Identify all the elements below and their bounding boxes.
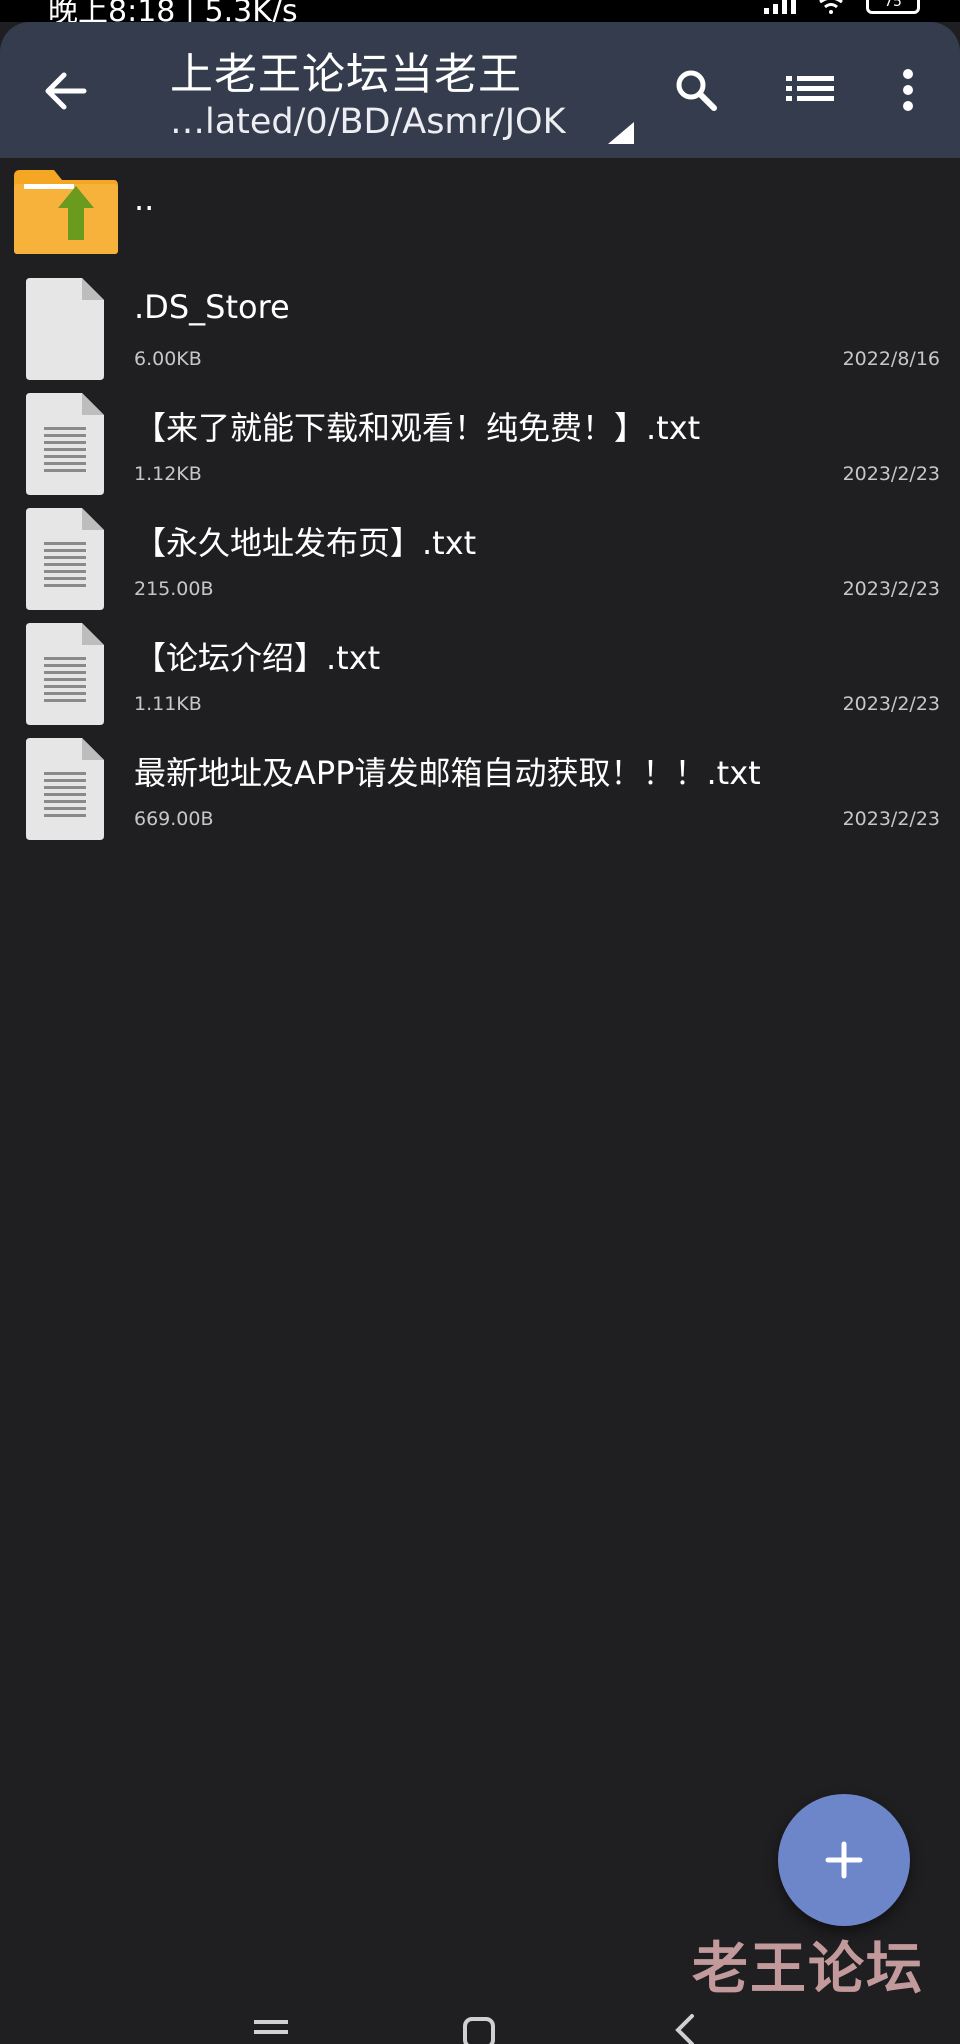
recent-apps-icon[interactable]: [254, 2016, 288, 2044]
file-size: 1.12KB: [134, 463, 202, 485]
file-manager-screen: 晚上8:18 | 5.3K/s 75 上老王论坛当老王 …lated/0/BD/…: [0, 0, 960, 2044]
file-row[interactable]: 【来了就能下载和观看！纯免费！】.txt 1.12KB 2023/2/23: [0, 385, 960, 500]
file-name: 最新地址及APP请发邮箱自动获取！！！.txt: [134, 754, 761, 792]
file-date: 2023/2/23: [842, 808, 940, 830]
file-name: 【来了就能下载和观看！纯免费！】.txt: [134, 409, 701, 447]
file-size: 1.11KB: [134, 693, 202, 715]
page-title: 上老王论坛当老王: [170, 50, 522, 100]
file-row[interactable]: .DS_Store 6.00KB 2022/8/16: [0, 270, 960, 385]
file-date: 2022/8/16: [842, 348, 940, 370]
add-button[interactable]: [778, 1794, 910, 1926]
file-size: 215.00B: [134, 578, 214, 600]
blank-file-icon: [26, 278, 104, 380]
path-dropdown-icon[interactable]: [608, 122, 634, 144]
file-name: 【论坛介绍】.txt: [134, 639, 381, 677]
status-bar: 晚上8:18 | 5.3K/s 75: [0, 0, 960, 29]
text-file-icon: [26, 393, 104, 495]
home-icon[interactable]: [462, 2016, 496, 2044]
folder-up-icon: [14, 170, 118, 254]
text-file-icon: [26, 508, 104, 610]
text-file-icon: [26, 623, 104, 725]
signal-icon: [764, 0, 796, 14]
search-icon[interactable]: [672, 66, 720, 114]
file-name: .DS_Store: [134, 288, 290, 326]
file-size: 669.00B: [134, 808, 214, 830]
file-row[interactable]: 【论坛介绍】.txt 1.11KB 2023/2/23: [0, 615, 960, 730]
file-row[interactable]: 最新地址及APP请发邮箱自动获取！！！.txt 669.00B 2023/2/2…: [0, 730, 960, 845]
battery-icon: 75: [866, 0, 920, 14]
parent-directory-row[interactable]: ..: [0, 158, 960, 270]
file-date: 2023/2/23: [842, 693, 940, 715]
file-date: 2023/2/23: [842, 578, 940, 600]
nav-back-icon[interactable]: [672, 2012, 698, 2044]
back-arrow-icon[interactable]: [40, 67, 90, 115]
app-bar: 上老王论坛当老王 …lated/0/BD/Asmr/JOK: [0, 22, 960, 158]
file-list: .. .DS_Store 6.00KB 2022/8/16 【来了就能下载和观看…: [0, 158, 960, 845]
file-size: 6.00KB: [134, 348, 202, 370]
file-date: 2023/2/23: [842, 463, 940, 485]
current-path[interactable]: …lated/0/BD/Asmr/JOK: [170, 102, 566, 142]
status-icons: 75: [764, 0, 920, 14]
more-options-icon[interactable]: [890, 66, 926, 114]
wifi-icon: [819, 0, 843, 14]
list-view-icon[interactable]: [786, 72, 834, 112]
parent-directory-label: ..: [134, 180, 155, 218]
file-name: 【永久地址发布页】.txt: [134, 524, 477, 562]
file-row[interactable]: 【永久地址发布页】.txt 215.00B 2023/2/23: [0, 500, 960, 615]
watermark: 老王论坛: [692, 1937, 924, 2002]
text-file-icon: [26, 738, 104, 840]
plus-icon: [825, 1841, 863, 1879]
